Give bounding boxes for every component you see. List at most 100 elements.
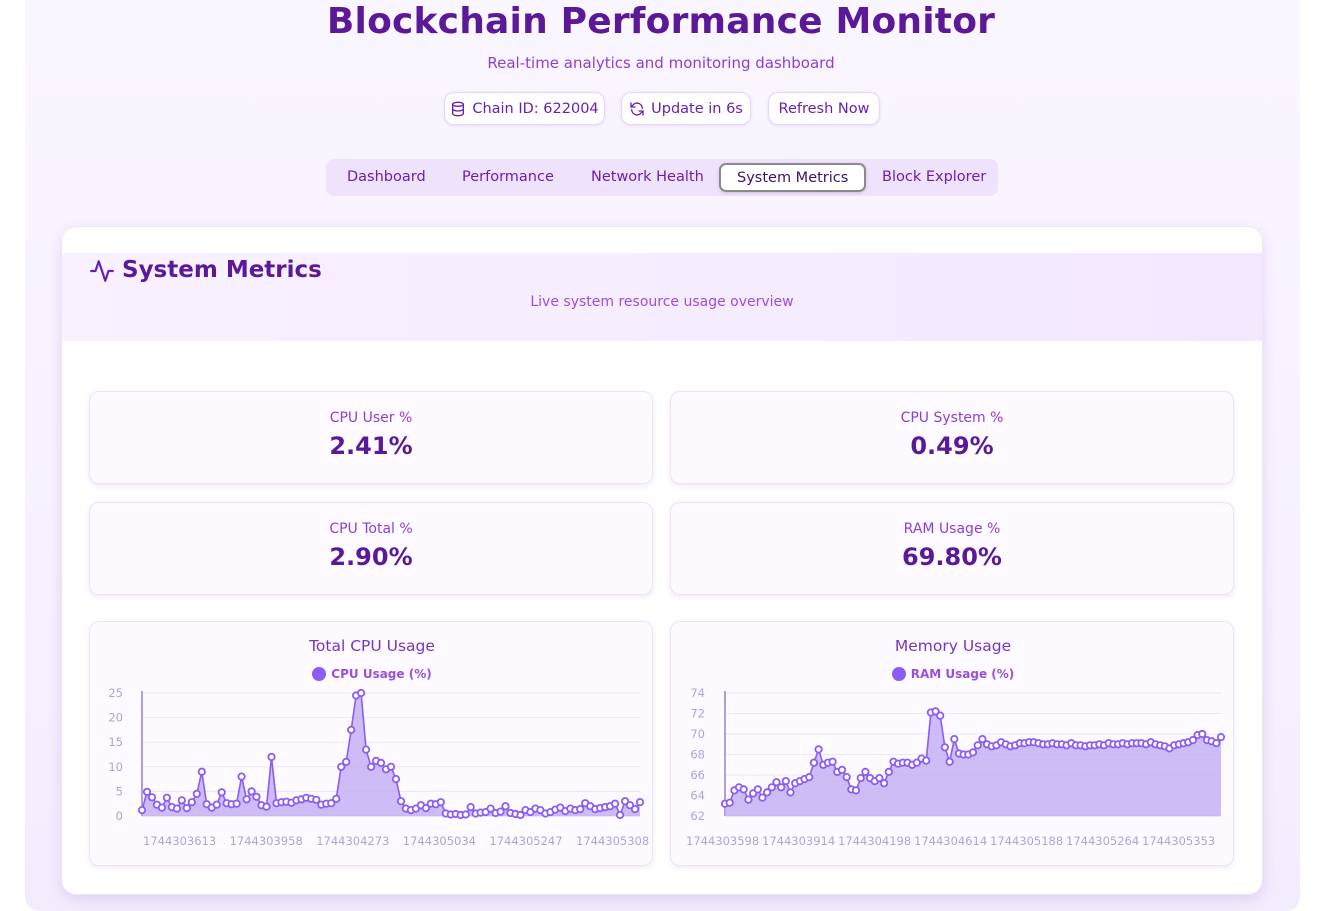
data-point[interactable] bbox=[347, 725, 356, 735]
data-point[interactable] bbox=[744, 795, 753, 804]
data-point[interactable] bbox=[242, 795, 251, 804]
data-point[interactable] bbox=[630, 805, 640, 814]
data-point[interactable] bbox=[501, 802, 510, 811]
data-point[interactable] bbox=[366, 762, 376, 771]
data-point[interactable] bbox=[496, 807, 505, 816]
data-point[interactable] bbox=[466, 803, 475, 812]
data-point[interactable] bbox=[1212, 739, 1221, 748]
update-countdown: Update in 6s bbox=[621, 92, 751, 125]
metric-value: 2.90% bbox=[329, 543, 413, 571]
data-point[interactable] bbox=[615, 810, 625, 820]
data-point[interactable] bbox=[361, 745, 371, 754]
metric-label: CPU Total % bbox=[329, 521, 413, 537]
data-point[interactable] bbox=[922, 756, 931, 765]
tab-performance[interactable]: Performance bbox=[462, 159, 554, 196]
tab-block-explorer[interactable]: Block Explorer bbox=[882, 159, 986, 196]
data-point[interactable] bbox=[777, 783, 786, 792]
tab-dashboard[interactable]: Dashboard bbox=[347, 159, 426, 196]
data-point[interactable] bbox=[610, 799, 620, 808]
chart-legend[interactable]: RAM Usage (%) bbox=[671, 667, 1235, 681]
data-point[interactable] bbox=[884, 767, 893, 776]
data-point[interactable] bbox=[968, 748, 978, 757]
legend-label: CPU Usage (%) bbox=[331, 667, 432, 681]
data-point[interactable] bbox=[436, 798, 445, 807]
y-tick-label: 15 bbox=[108, 735, 123, 749]
data-point[interactable] bbox=[842, 773, 851, 782]
data-point[interactable] bbox=[814, 745, 823, 754]
data-point[interactable] bbox=[147, 793, 157, 802]
legend-label: RAM Usage (%) bbox=[910, 667, 1015, 681]
data-point[interactable] bbox=[576, 805, 585, 814]
page-subtitle: Real-time analytics and monitoring dashb… bbox=[487, 54, 835, 72]
data-point[interactable] bbox=[837, 765, 847, 774]
data-point[interactable] bbox=[356, 688, 366, 698]
data-point[interactable] bbox=[187, 798, 196, 807]
memory-usage-chart: 62 64 66 68 70 72 74 1744303598 1744303914 174430… bbox=[670, 621, 1234, 866]
data-point[interactable] bbox=[725, 798, 734, 807]
data-point[interactable] bbox=[781, 777, 790, 786]
data-point[interactable] bbox=[856, 774, 865, 783]
x-tick-label: 1744305264 bbox=[1066, 834, 1139, 848]
data-point[interactable] bbox=[386, 762, 396, 771]
data-point[interactable] bbox=[247, 787, 256, 796]
data-point[interactable] bbox=[212, 800, 221, 809]
data-point[interactable] bbox=[805, 773, 814, 782]
data-point[interactable] bbox=[262, 802, 271, 811]
tab-system-metrics[interactable]: System Metrics bbox=[719, 163, 867, 192]
data-point[interactable] bbox=[376, 758, 386, 767]
data-point[interactable] bbox=[936, 711, 945, 720]
data-point[interactable] bbox=[252, 792, 261, 801]
cpu-usage-chart-svg: 0 5 10 15 20 25 1744303613 1744303958 1744304273… bbox=[108, 686, 649, 848]
data-point[interactable] bbox=[142, 787, 152, 796]
data-point[interactable] bbox=[192, 789, 201, 798]
y-tick-label: 66 bbox=[690, 768, 705, 782]
tab-network-health[interactable]: Network Health bbox=[591, 159, 704, 196]
data-point[interactable] bbox=[945, 757, 954, 766]
data-point[interactable] bbox=[217, 788, 226, 797]
data-point[interactable] bbox=[162, 793, 172, 802]
data-point[interactable] bbox=[182, 804, 191, 813]
y-tick-label: 74 bbox=[690, 686, 705, 700]
data-point[interactable] bbox=[342, 757, 351, 766]
data-point[interactable] bbox=[861, 767, 870, 776]
data-point[interactable] bbox=[950, 735, 959, 744]
data-point[interactable] bbox=[940, 743, 949, 752]
data-point[interactable] bbox=[880, 779, 889, 788]
data-point[interactable] bbox=[635, 798, 645, 807]
data-point[interactable] bbox=[851, 786, 861, 795]
refresh-icon bbox=[630, 101, 644, 116]
chart-legend[interactable]: CPU Usage (%) bbox=[90, 667, 654, 681]
refresh-now-button[interactable]: Refresh Now bbox=[768, 92, 880, 125]
x-tick-label: 1744305188 bbox=[990, 834, 1063, 848]
data-point[interactable] bbox=[157, 803, 167, 812]
y-tick-label: 20 bbox=[108, 711, 123, 725]
data-point[interactable] bbox=[1198, 729, 1207, 739]
data-point[interactable] bbox=[396, 797, 406, 806]
data-point[interactable] bbox=[461, 810, 470, 819]
page-title: Blockchain Performance Monitor bbox=[326, 1, 996, 42]
data-point[interactable] bbox=[753, 785, 762, 794]
series-area bbox=[142, 693, 640, 816]
data-point[interactable] bbox=[739, 785, 748, 794]
metric-value: 0.49% bbox=[910, 432, 994, 460]
data-point[interactable] bbox=[232, 799, 241, 808]
data-point[interactable] bbox=[332, 794, 341, 803]
data-point[interactable] bbox=[391, 775, 401, 784]
y-tick-label: 68 bbox=[690, 748, 705, 762]
data-point[interactable] bbox=[237, 772, 246, 781]
data-point[interactable] bbox=[809, 758, 818, 767]
data-point[interactable] bbox=[786, 788, 795, 797]
data-point[interactable] bbox=[973, 741, 982, 750]
data-point[interactable] bbox=[267, 752, 276, 762]
data-point[interactable] bbox=[172, 804, 182, 813]
y-tick-label: 0 bbox=[116, 809, 123, 823]
x-tick-label: 1744304198 bbox=[838, 834, 911, 848]
data-point[interactable] bbox=[1216, 733, 1226, 742]
data-point[interactable] bbox=[828, 757, 837, 766]
data-point[interactable] bbox=[137, 806, 147, 815]
main-tabs: Dashboard Performance Network Health Sys… bbox=[326, 159, 998, 196]
data-point[interactable] bbox=[197, 767, 206, 776]
legend-swatch bbox=[312, 667, 327, 681]
metric-label: CPU User % bbox=[329, 410, 413, 426]
data-point[interactable] bbox=[177, 796, 186, 805]
